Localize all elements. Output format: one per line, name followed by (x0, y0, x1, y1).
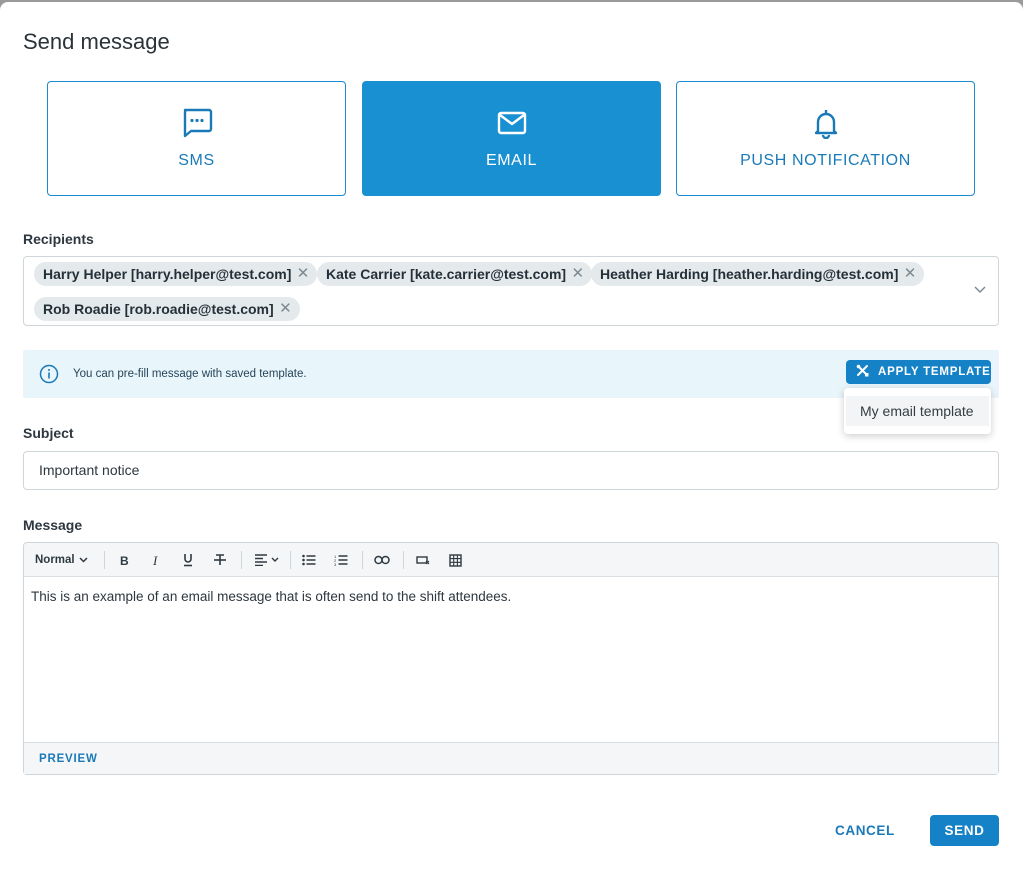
recipient-chip-text: Harry Helper [harry.helper@test.com] (43, 266, 292, 282)
apply-template-button[interactable]: APPLY TEMPLATE (846, 360, 991, 384)
message-label: Message (23, 517, 83, 533)
template-info-text: You can pre-fill message with saved temp… (73, 368, 307, 380)
bell-icon (677, 107, 974, 139)
preview-button[interactable]: PREVIEW (39, 753, 98, 765)
type-card-label: SMS (178, 152, 215, 169)
info-icon (39, 364, 59, 389)
table-icon[interactable] (447, 550, 463, 570)
envelope-icon (363, 107, 660, 139)
svg-text:3: 3 (334, 562, 337, 566)
recipients-label: Recipients (23, 231, 94, 247)
remove-chip-icon[interactable]: ✕ (279, 297, 292, 321)
template-menu: My email template (844, 388, 991, 434)
type-card-label: EMAIL (485, 152, 537, 169)
bold-icon[interactable]: B (116, 550, 132, 570)
recipient-chip-text: Kate Carrier [kate.carrier@test.com] (326, 266, 567, 282)
svg-text:I: I (152, 554, 158, 566)
editor-toolbar: Normal B I 1 2 3 (24, 543, 998, 577)
type-card-push-notification[interactable]: PUSH NOTIFICATION (676, 81, 975, 196)
remove-chip-icon[interactable]: ✕ (572, 262, 585, 286)
chat-icon (48, 107, 345, 139)
remove-chip-icon[interactable]: ✕ (904, 262, 917, 286)
send-button[interactable]: SEND (930, 815, 999, 846)
chevron-down-icon (79, 557, 88, 563)
recipients-select[interactable]: Harry Helper [harry.helper@test.com] ✕ K… (23, 256, 999, 326)
align-select-icon[interactable] (252, 550, 282, 570)
recipient-chip-text: Heather Harding [heather.harding@test.co… (600, 266, 899, 282)
message-editor: Normal B I 1 2 3 This is an example of a… (23, 542, 999, 775)
chevron-down-icon[interactable] (974, 283, 986, 297)
bullet-list-icon[interactable] (301, 550, 317, 570)
dialog-title: Send message (23, 29, 170, 54)
underline-icon[interactable] (180, 550, 196, 570)
recipient-chip-text: Rob Roadie [rob.roadie@test.com] (43, 301, 274, 317)
template-menu-item[interactable]: My email template (846, 396, 989, 426)
remove-chip-icon[interactable]: ✕ (297, 262, 310, 286)
italic-icon[interactable]: I (148, 550, 164, 570)
numbered-list-icon[interactable]: 123 (333, 550, 349, 570)
recipient-chip: Harry Helper [harry.helper@test.com] ✕ (34, 262, 318, 286)
subject-label: Subject (23, 425, 74, 441)
recipient-chip: Heather Harding [heather.harding@test.co… (591, 262, 925, 286)
template-tools-icon (856, 364, 869, 380)
svg-text:B: B (120, 554, 129, 566)
subject-input[interactable]: Important notice (23, 451, 999, 490)
recipient-chip: Kate Carrier [kate.carrier@test.com] ✕ (317, 262, 593, 286)
type-card-email[interactable]: EMAIL (362, 81, 661, 196)
editor-footer: PREVIEW (24, 742, 998, 774)
strikethrough-icon[interactable] (212, 550, 228, 570)
message-body[interactable]: This is an example of an email message t… (31, 589, 511, 604)
type-card-sms[interactable]: SMS (47, 81, 346, 196)
format-select[interactable]: Normal (35, 550, 88, 570)
cancel-button[interactable]: CANCEL (835, 823, 895, 838)
type-card-label: PUSH NOTIFICATION (740, 152, 911, 169)
format-select-value: Normal (35, 554, 75, 566)
link-icon[interactable] (373, 550, 391, 570)
send-message-dialog: Send message SMS EMAIL PUSH NOTIFICATION… (0, 2, 1023, 869)
recipient-chip: Rob Roadie [rob.roadie@test.com] ✕ (34, 297, 300, 321)
apply-template-label: APPLY TEMPLATE (878, 366, 991, 378)
clear-format-icon[interactable] (415, 550, 431, 570)
